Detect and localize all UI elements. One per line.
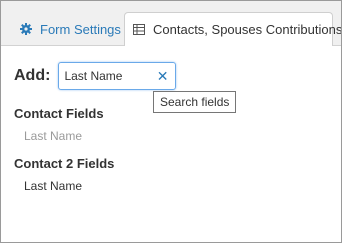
tab-form-settings-label: Form Settings <box>40 21 121 37</box>
field-search-input[interactable] <box>64 69 157 83</box>
tab-contacts-label: Contacts, Spouses Contributions <box>153 22 342 37</box>
search-tooltip: Search fields <box>153 91 237 113</box>
add-label: Add: <box>14 67 51 84</box>
field-item-contact-last-name: Last Name <box>24 129 83 143</box>
section-title-contact-fields: Contact Fields <box>14 106 104 121</box>
gear-icon <box>20 23 32 35</box>
tab-form-settings[interactable]: Form Settings <box>20 13 121 45</box>
tab-contacts-spouses-contributions[interactable]: Contacts, Spouses Contributions <box>124 12 341 46</box>
field-item-contact2-last-name[interactable]: Last Name <box>24 179 82 193</box>
tab-bar: Form Settings Contacts, Spouses Contribu… <box>1 1 341 46</box>
close-icon[interactable]: ✕ <box>157 69 169 83</box>
table-grid-icon <box>133 24 145 35</box>
section-title-contact-2-fields: Contact 2 Fields <box>14 156 115 171</box>
add-field-row: Add: ✕ <box>14 61 177 91</box>
field-search-box[interactable]: ✕ <box>58 62 177 90</box>
form-editor-panel: Form Settings Contacts, Spouses Contribu… <box>0 0 342 243</box>
